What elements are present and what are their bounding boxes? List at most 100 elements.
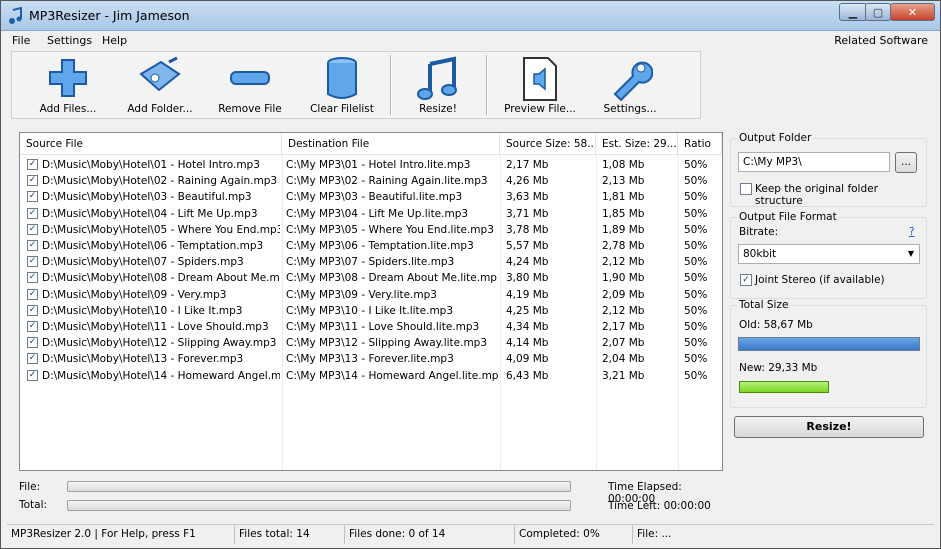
row-cell-src-size: 4,26 Mb	[506, 175, 549, 188]
row-checkbox[interactable]: ✓	[27, 191, 38, 203]
row-cell-dest: C:\My MP3\03 - Beautiful.lite.mp3	[286, 191, 463, 204]
row-cell-source: D:\Music\Moby\Hotel\06 - Temptation.mp3	[42, 240, 264, 252]
menu-help[interactable]: Help	[102, 34, 127, 47]
row-checkbox[interactable]: ✓	[27, 288, 38, 300]
row-cell-est-size: 2,09 Mb	[602, 288, 645, 301]
joint-stereo-checkbox[interactable]: ✓	[740, 274, 752, 286]
menu-bar: File Settings Help Related Software	[7, 32, 934, 50]
column-source-file[interactable]: Source File	[20, 133, 282, 155]
table-row[interactable]: ✓ D:\Music\Moby\Hotel\07 - Spiders.mp3 C:\…	[20, 254, 722, 270]
row-cell-dest: C:\My MP3\01 - Hotel Intro.lite.mp3	[286, 159, 471, 171]
column-source-size[interactable]: Source Size: 58...	[500, 133, 596, 155]
table-row[interactable]: ✓ D:\Music\Moby\Hotel\06 - Temptation.mp3…	[20, 238, 722, 254]
row-cell-est-size: 2,04 Mb	[602, 353, 645, 366]
row-checkbox[interactable]: ✓	[27, 207, 38, 219]
table-row[interactable]: ✓ D:\Music\Moby\Hotel\02 - Raining Again.…	[20, 173, 722, 189]
keep-structure-checkbox[interactable]	[740, 183, 752, 195]
speaker-document-icon	[523, 57, 557, 101]
row-cell-est-size: 2,13 Mb	[602, 175, 645, 188]
row-checkbox[interactable]: ✓	[27, 369, 38, 381]
row-cell-ratio: 50%	[684, 369, 708, 382]
table-row[interactable]: ✓ D:\Music\Moby\Hotel\12 - Slipping Away.…	[20, 335, 722, 351]
settings-button[interactable]: Settings...	[592, 52, 668, 118]
row-cell-ratio: 50%	[684, 272, 708, 285]
table-row[interactable]: ✓ D:\Music\Moby\Hotel\08 - Dream About Me…	[20, 270, 722, 286]
resize-toolbar-button[interactable]: Resize!	[400, 52, 476, 118]
column-destination-file[interactable]: Destination File	[282, 133, 500, 155]
remove-file-button[interactable]: Remove File	[212, 52, 288, 118]
row-cell-dest: C:\My MP3\05 - Where You End.lite.mp3	[286, 223, 494, 236]
joint-stereo-label: Joint Stereo (if available)	[755, 274, 885, 286]
row-cell-ratio: 50%	[684, 223, 708, 236]
time-left: Time Left: 00:00:00	[608, 500, 711, 512]
row-checkbox[interactable]: ✓	[27, 159, 38, 170]
table-row[interactable]: ✓ D:\Music\Moby\Hotel\09 - Very.mp3 C:\My …	[20, 287, 722, 303]
row-checkbox[interactable]: ✓	[27, 272, 38, 284]
minimize-button[interactable]: ▁	[839, 3, 867, 21]
row-checkbox[interactable]: ✓	[27, 256, 38, 268]
row-cell-dest: C:\My MP3\11 - Love Should.lite.mp3	[286, 321, 480, 333]
table-row[interactable]: ✓ D:\Music\Moby\Hotel\14 - Homeward Angel…	[20, 368, 722, 384]
folder-add-icon	[139, 56, 181, 92]
progress-area: File: Time Elapsed: 00:00:00 Total: Time…	[19, 479, 723, 515]
row-checkbox[interactable]: ✓	[27, 337, 38, 349]
clear-filelist-button[interactable]: Clear Filelist	[302, 52, 382, 118]
row-cell-source: D:\Music\Moby\Hotel\04 - Lift Me Up.mp3	[42, 207, 258, 220]
row-cell-est-size: 2,17 Mb	[602, 321, 645, 333]
row-checkbox[interactable]: ✓	[27, 353, 38, 365]
file-list[interactable]: Source File Destination File Source Size…	[19, 132, 723, 471]
main-window: MP3Resizer - Jim Jameson ▁ ▢ ✕ File Sett…	[0, 0, 941, 549]
table-row[interactable]: ✓ D:\Music\Moby\Hotel\03 - Beautiful.mp3 C…	[20, 189, 722, 205]
output-format-group: Output File Format Bitrate: ? 80kbit ▼ ✓ …	[730, 211, 927, 299]
table-row[interactable]: ✓ D:\Music\Moby\Hotel\05 - Where You End.…	[20, 222, 722, 238]
column-est-size[interactable]: Est. Size: 29...	[596, 133, 678, 155]
toolbar-separator	[486, 55, 488, 115]
column-ratio[interactable]: Ratio	[678, 133, 722, 155]
menu-file[interactable]: File	[12, 34, 30, 47]
output-folder-input[interactable]: C:\My MP3\	[738, 152, 890, 172]
row-checkbox[interactable]: ✓	[27, 240, 38, 251]
row-cell-src-size: 3,80 Mb	[506, 272, 549, 285]
row-cell-src-size: 4,14 Mb	[506, 337, 549, 350]
row-cell-source: D:\Music\Moby\Hotel\11 - Love Should.mp3	[42, 321, 269, 333]
row-cell-src-size: 4,25 Mb	[506, 304, 549, 317]
file-progress-bar	[67, 481, 571, 492]
related-software-link[interactable]: Related Software	[834, 34, 928, 47]
row-cell-dest: C:\My MP3\02 - Raining Again.lite.mp3	[286, 175, 488, 188]
new-size-bar	[738, 380, 920, 394]
row-cell-src-size: 5,57 Mb	[506, 240, 549, 252]
preview-file-label: Preview File...	[504, 103, 576, 115]
table-row[interactable]: ✓ D:\Music\Moby\Hotel\01 - Hotel Intro.mp…	[20, 157, 722, 173]
total-progress-bar	[67, 500, 571, 511]
row-checkbox[interactable]: ✓	[27, 304, 38, 316]
row-checkbox[interactable]: ✓	[27, 321, 38, 332]
browse-folder-button[interactable]: ...	[895, 152, 917, 173]
table-row[interactable]: ✓ D:\Music\Moby\Hotel\04 - Lift Me Up.mp3…	[20, 206, 722, 222]
table-row[interactable]: ✓ D:\Music\Moby\Hotel\10 - I Like It.mp3 C…	[20, 303, 722, 319]
music-note-icon	[417, 56, 457, 100]
bitrate-help-link[interactable]: ?	[909, 226, 915, 238]
row-cell-est-size: 2,12 Mb	[602, 304, 645, 317]
status-files-total: Files total: 14	[235, 525, 345, 544]
bitrate-value: 80kbit	[743, 248, 777, 260]
title-bar[interactable]: MP3Resizer - Jim Jameson ▁ ▢ ✕	[1, 1, 940, 31]
file-list-header: Source File Destination File Source Size…	[20, 133, 722, 155]
row-cell-src-size: 6,43 Mb	[506, 369, 549, 382]
row-checkbox[interactable]: ✓	[27, 223, 38, 235]
preview-file-button[interactable]: Preview File...	[496, 52, 584, 118]
bitrate-select[interactable]: 80kbit ▼	[738, 244, 920, 264]
row-checkbox[interactable]: ✓	[27, 175, 38, 187]
table-row[interactable]: ✓ D:\Music\Moby\Hotel\11 - Love Should.mp…	[20, 319, 722, 335]
add-files-button[interactable]: Add Files...	[30, 52, 106, 118]
menu-settings[interactable]: Settings	[47, 34, 92, 47]
close-button[interactable]: ✕	[890, 3, 935, 21]
row-cell-source: D:\Music\Moby\Hotel\02 - Raining Again.m…	[42, 175, 278, 188]
table-row[interactable]: ✓ D:\Music\Moby\Hotel\13 - Forever.mp3 C:\…	[20, 351, 722, 367]
resize-button[interactable]: Resize!	[734, 416, 924, 438]
status-bar: MP3Resizer 2.0 | For Help, press F1 File…	[7, 524, 934, 544]
wrench-icon	[613, 61, 653, 102]
maximize-button[interactable]: ▢	[865, 3, 891, 21]
row-cell-dest: C:\My MP3\13 - Forever.lite.mp3	[286, 353, 454, 366]
row-cell-source: D:\Music\Moby\Hotel\13 - Forever.mp3	[42, 353, 244, 366]
add-folder-button[interactable]: Add Folder...	[122, 52, 198, 118]
